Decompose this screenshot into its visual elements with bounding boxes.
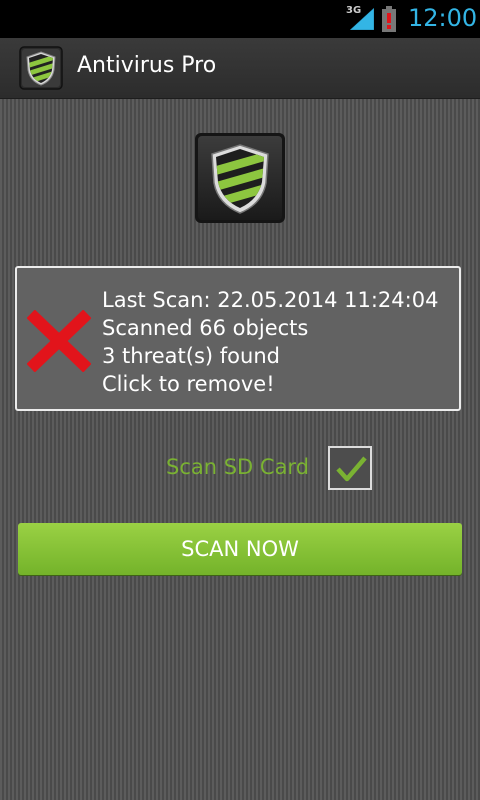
remove-prompt-text: Click to remove!: [102, 372, 275, 396]
scan-sd-card-label: Scan SD Card: [166, 455, 310, 479]
last-scan-text: Last Scan: 22.05.2014 11:24:04: [102, 288, 439, 312]
checkmark-icon: [336, 456, 367, 482]
threats-found-text: 3 threat(s) found: [102, 344, 280, 368]
shield-icon[interactable]: [19, 46, 63, 90]
battery-alert-icon: [382, 6, 396, 32]
scan-status-text: Last Scan: 22.05.2014 11:24:04 Scanned 6…: [102, 286, 452, 398]
status-bar: 3G 12:00: [0, 0, 480, 38]
clock: 12:00: [408, 4, 478, 32]
scan-sd-card-checkbox[interactable]: [328, 446, 372, 490]
shield-icon: [195, 133, 285, 223]
scan-status-box[interactable]: Last Scan: 22.05.2014 11:24:04 Scanned 6…: [15, 266, 461, 411]
scan-now-button[interactable]: SCAN NOW: [18, 523, 462, 575]
signal-icon: [350, 8, 374, 30]
action-bar: Antivirus Pro: [0, 38, 480, 99]
red-x-icon: [27, 310, 91, 372]
app-title: Antivirus Pro: [77, 53, 217, 78]
scanned-count-text: Scanned 66 objects: [102, 316, 309, 340]
